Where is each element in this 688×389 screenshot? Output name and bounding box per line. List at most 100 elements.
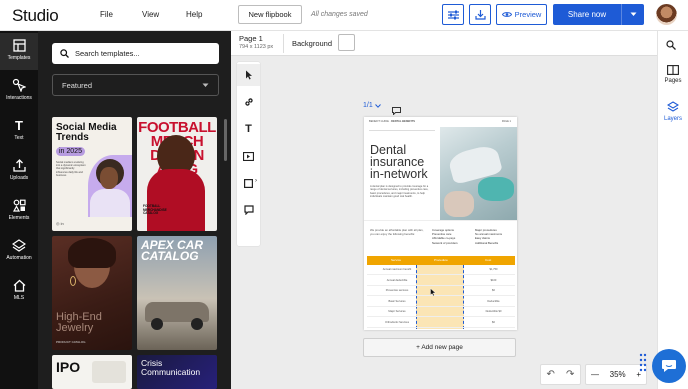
table-row: Annual maximum benefit $1,750 — [367, 265, 515, 275]
redo-icon[interactable]: ↷ — [566, 369, 574, 380]
table-row: Major Services Deductible $0 — [367, 307, 515, 317]
sliders-icon — [447, 10, 459, 19]
template-filter-select[interactable]: Featured — [52, 74, 219, 96]
settings-sliders-button[interactable] — [442, 4, 464, 25]
page-toolbar: Page 1 794 x 1123 px Background — [231, 31, 657, 56]
card-subtitle: in 2025 — [56, 147, 85, 156]
share-button[interactable]: Share now — [553, 4, 644, 25]
table-cell: $0 — [492, 320, 495, 324]
rail-interactions[interactable]: Interactions — [0, 78, 38, 101]
card-image — [92, 361, 126, 383]
rail-label: Uploads — [9, 175, 29, 181]
mouse-cursor — [430, 283, 437, 301]
select-tool[interactable] — [237, 64, 260, 86]
photo-patient — [444, 191, 474, 217]
pages-panel-tab[interactable]: Pages — [658, 65, 688, 84]
page-nav-strip — [369, 130, 435, 132]
comment-icon — [392, 107, 401, 116]
social-icons: ◎ in — [56, 221, 64, 226]
page-size: 794 x 1123 px — [239, 44, 274, 50]
chat-support-button[interactable] — [652, 349, 686, 383]
rail-label: Elements — [8, 215, 30, 221]
template-card-jewelry[interactable]: High-End Jewelry PRODUCT CATALOG — [52, 236, 132, 350]
video-tool[interactable] — [237, 145, 260, 167]
template-card-football[interactable]: FOOTBALLMERCHDISEANALOG FOOTBALL MERCHAN… — [137, 117, 217, 231]
eye-icon — [501, 12, 512, 17]
zoom-level[interactable]: 35% — [610, 370, 626, 379]
rail-templates[interactable]: Templates — [0, 33, 38, 70]
card-caption: Social media is evolving into a dynamic … — [56, 161, 86, 177]
page-dental-photo — [440, 127, 517, 220]
toolbar-divider — [283, 34, 284, 53]
link-tool[interactable] — [237, 91, 260, 113]
table-cell: Major Services — [388, 310, 406, 313]
pages-icon — [667, 65, 679, 75]
share-label: Share now — [567, 10, 607, 19]
add-new-page-button[interactable]: + Add new page — [363, 338, 516, 357]
menu-view[interactable]: View — [142, 10, 159, 19]
history-controls: ↶ ↷ — [540, 364, 581, 385]
table-cell: Basic Services — [388, 299, 406, 303]
layers-label: Layers — [663, 116, 682, 122]
table-cell: Orthodontic Services — [384, 320, 410, 324]
rail-mls[interactable]: MLS — [0, 278, 38, 301]
table-cell: Deductible — [487, 299, 500, 303]
zoom-out-button[interactable]: — — [591, 370, 599, 379]
flipbook-page[interactable]: BENEFIT GUIDE · DENTAL BENEFITS PAGE 1 D… — [364, 117, 517, 330]
page-indicator[interactable]: 1/1 — [363, 102, 381, 109]
cursor-icon — [245, 70, 252, 80]
background-color-swatch[interactable] — [338, 34, 355, 51]
page-label: Page 1 — [239, 34, 263, 43]
user-avatar[interactable] — [656, 4, 677, 25]
shape-expand-chevron-icon[interactable]: › — [255, 178, 257, 184]
drag-handle[interactable] — [639, 352, 649, 374]
template-card-crisis[interactable]: Crisis Communication — [137, 355, 217, 389]
search-button[interactable] — [666, 37, 676, 55]
comment-tool[interactable] — [237, 199, 260, 221]
card-player-jersey — [147, 169, 205, 231]
rail-label: Templates — [7, 55, 31, 61]
preview-button[interactable]: Preview — [496, 4, 547, 25]
table-header-cell: Service — [391, 258, 402, 262]
menu-help[interactable]: Help — [186, 10, 202, 19]
share-dropdown-chevron-icon[interactable] — [622, 12, 644, 17]
benefits-list-left: Coverage options Preventive care Affordabl… — [432, 228, 458, 245]
template-card-apex-car[interactable]: APEX CAR CATALOG — [137, 236, 217, 350]
top-bar: Studio File View Help New flipbook All c… — [0, 0, 688, 31]
menu-file[interactable]: File — [100, 10, 113, 19]
templates-icon — [12, 38, 26, 52]
interactions-icon — [12, 78, 26, 92]
comment-icon — [243, 205, 254, 215]
editor-canvas[interactable]: Page 1 794 x 1123 px Background T › 1/1 — [231, 31, 657, 389]
rail-automation[interactable]: Automation — [0, 238, 38, 261]
card-title: High-End Jewelry — [56, 311, 102, 334]
card-car-wheel — [191, 318, 203, 330]
tool-palette: T › — [237, 62, 260, 246]
layers-panel-tab[interactable]: Layers — [658, 101, 688, 122]
shape-tool[interactable]: › — [237, 172, 260, 194]
template-card-social-media[interactable]: Social Media Trends in 2025 Social media… — [52, 117, 132, 231]
zoom-control: — 35% + — [585, 364, 647, 385]
flipbook-name-button[interactable]: New flipbook — [238, 5, 302, 24]
template-search-input[interactable]: Search templates... — [52, 43, 219, 64]
card-car-wheel — [151, 318, 163, 330]
card-title: APEX CAR CATALOG — [141, 238, 204, 263]
card-caption: PRODUCT CATALOG — [56, 340, 86, 344]
rail-text[interactable]: T Text — [0, 118, 38, 142]
page-intro: We provide an affordable plan with all p… — [370, 228, 424, 236]
background-label: Background — [292, 39, 333, 48]
card-person-face — [100, 167, 118, 189]
panel-scrollbar[interactable] — [224, 119, 227, 161]
download-button[interactable] — [469, 4, 491, 25]
table-row: Preventive services $0 — [367, 286, 515, 296]
template-card-ipo[interactable]: IPO — [52, 355, 132, 389]
app-logo[interactable]: Studio — [12, 6, 59, 26]
pages-label: Pages — [664, 78, 682, 84]
text-tool[interactable]: T — [237, 118, 260, 140]
rail-elements[interactable]: Elements — [0, 198, 38, 221]
undo-icon[interactable]: ↶ — [547, 369, 555, 380]
table-header: Service Procedure Cost — [367, 256, 515, 265]
card-title: IPO — [56, 359, 81, 375]
page-divider — [364, 220, 517, 221]
rail-uploads[interactable]: Uploads — [0, 158, 38, 181]
